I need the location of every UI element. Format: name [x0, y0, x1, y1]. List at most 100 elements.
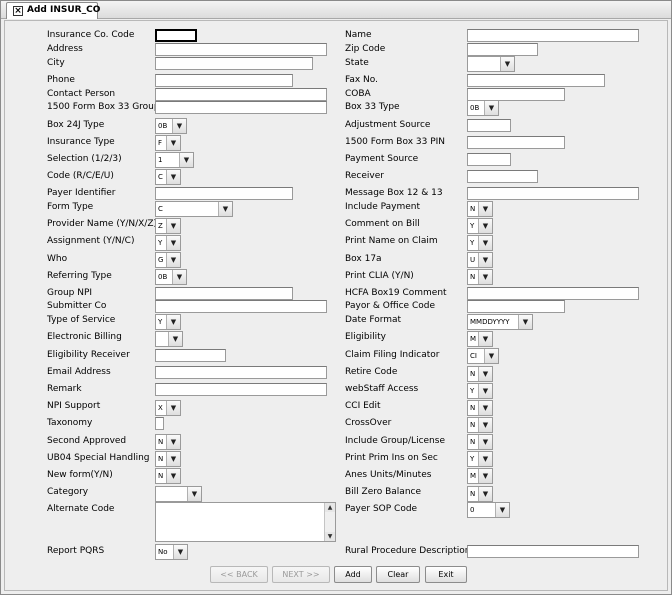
second-approved-combo[interactable]: N ▼ — [155, 434, 181, 450]
assignment-combo[interactable]: Y ▼ — [155, 235, 181, 251]
electronic-billing-combo[interactable]: ▼ — [155, 331, 183, 347]
payment-source-input[interactable] — [467, 153, 511, 166]
ub04-special-handling-combo[interactable]: N ▼ — [155, 451, 181, 467]
comment-on-bill-combo[interactable]: Y ▼ — [467, 218, 493, 234]
chevron-down-icon[interactable]: ▼ — [478, 469, 492, 483]
include-group-license-combo[interactable]: N ▼ — [467, 434, 493, 450]
chevron-down-icon[interactable]: ▼ — [166, 236, 180, 250]
who-combo[interactable]: G ▼ — [155, 252, 181, 268]
address-input[interactable] — [155, 43, 327, 56]
new-form-combo[interactable]: N ▼ — [155, 468, 181, 484]
claim-filing-indicator-combo[interactable]: CI ▼ — [467, 348, 499, 364]
close-icon[interactable]: × — [13, 6, 23, 16]
alternate-code-scrollbar[interactable]: ▲ ▼ — [324, 503, 335, 541]
date-format-combo[interactable]: MMDDYYYY ▼ — [467, 314, 533, 330]
contact-person-input[interactable] — [155, 88, 327, 101]
chevron-down-icon[interactable]: ▼ — [478, 401, 492, 415]
npi-support-combo[interactable]: X ▼ — [155, 400, 181, 416]
include-payment-combo[interactable]: N ▼ — [467, 201, 493, 217]
insurance-co-code-input[interactable] — [155, 29, 197, 42]
fax-no-input[interactable] — [467, 74, 605, 87]
chevron-down-icon[interactable]: ▼ — [478, 202, 492, 216]
box33-pin-input[interactable] — [467, 136, 565, 149]
chevron-down-icon[interactable]: ▼ — [166, 315, 180, 329]
chevron-down-icon[interactable]: ▼ — [478, 253, 492, 267]
selection-combo[interactable]: 1 ▼ — [155, 152, 194, 168]
chevron-down-icon[interactable]: ▼ — [478, 270, 492, 284]
chevron-down-icon[interactable]: ▼ — [166, 136, 180, 150]
chevron-down-icon[interactable]: ▼ — [478, 219, 492, 233]
referring-type-combo[interactable]: 0B ▼ — [155, 269, 187, 285]
type-of-service-combo[interactable]: Y ▼ — [155, 314, 181, 330]
chevron-down-icon[interactable]: ▼ — [500, 57, 514, 71]
chevron-down-icon[interactable]: ▼ — [166, 253, 180, 267]
name-input[interactable] — [467, 29, 639, 42]
chevron-down-icon[interactable]: ▼ — [172, 119, 186, 133]
add-button[interactable]: Add — [334, 566, 372, 583]
chevron-down-icon[interactable]: ▼ — [478, 418, 492, 432]
taxonomy-input[interactable] — [155, 417, 164, 430]
chevron-down-icon[interactable]: ▼ — [166, 452, 180, 466]
payer-sop-code-combo[interactable]: 0 ▼ — [467, 502, 510, 518]
next-button[interactable]: NEXT >> — [272, 566, 330, 583]
chevron-down-icon[interactable]: ▼ — [168, 332, 182, 346]
chevron-down-icon[interactable]: ▼ — [166, 401, 180, 415]
report-pqrs-combo[interactable]: No ▼ — [155, 544, 188, 560]
print-name-on-claim-combo[interactable]: Y ▼ — [467, 235, 493, 251]
chevron-down-icon[interactable]: ▼ — [478, 367, 492, 381]
receiver-input[interactable] — [467, 170, 538, 183]
insurance-type-combo[interactable]: F ▼ — [155, 135, 181, 151]
box33-group-input[interactable] — [155, 101, 327, 114]
box24j-type-combo[interactable]: 0B ▼ — [155, 118, 187, 134]
chevron-down-icon[interactable]: ▼ — [166, 219, 180, 233]
chevron-down-icon[interactable]: ▼ — [484, 349, 498, 363]
message-box-input[interactable] — [467, 187, 639, 200]
city-input[interactable] — [155, 57, 313, 70]
email-address-input[interactable] — [155, 366, 327, 379]
chevron-down-icon[interactable]: ▼ — [478, 487, 492, 501]
provider-name-combo[interactable]: Z ▼ — [155, 218, 181, 234]
adjustment-source-input[interactable] — [467, 119, 511, 132]
box17a-combo[interactable]: U ▼ — [467, 252, 493, 268]
retire-code-combo[interactable]: N ▼ — [467, 366, 493, 382]
anes-units-combo[interactable]: M ▼ — [467, 468, 493, 484]
bill-zero-balance-combo[interactable]: N ▼ — [467, 486, 493, 502]
chevron-down-icon[interactable]: ▼ — [478, 236, 492, 250]
exit-button[interactable]: Exit — [425, 566, 467, 583]
chevron-down-icon[interactable]: ▼ — [187, 487, 201, 501]
chevron-down-icon[interactable]: ▼ — [179, 153, 193, 167]
print-clia-combo[interactable]: N ▼ — [467, 269, 493, 285]
chevron-down-icon[interactable]: ▼ — [518, 315, 532, 329]
chevron-down-icon[interactable]: ▼ — [166, 170, 180, 184]
chevron-down-icon[interactable]: ▼ — [166, 435, 180, 449]
rural-procedure-input[interactable] — [467, 545, 639, 558]
code-rceu-combo[interactable]: C ▼ — [155, 169, 181, 185]
chevron-down-icon[interactable]: ▼ — [484, 101, 498, 115]
chevron-down-icon[interactable]: ▼ — [478, 332, 492, 346]
print-prim-ins-combo[interactable]: Y ▼ — [467, 451, 493, 467]
chevron-down-icon[interactable]: ▼ — [478, 452, 492, 466]
payer-identifier-input[interactable] — [155, 187, 293, 200]
scroll-up-icon[interactable]: ▲ — [325, 503, 335, 512]
webstaff-access-combo[interactable]: Y ▼ — [467, 383, 493, 399]
state-combo[interactable]: ▼ — [467, 56, 515, 72]
alternate-code-textarea[interactable]: ▲ ▼ — [155, 502, 336, 542]
zip-code-input[interactable] — [467, 43, 538, 56]
box33-type-combo[interactable]: 0B ▼ — [467, 100, 499, 116]
chevron-down-icon[interactable]: ▼ — [478, 435, 492, 449]
crossover-combo[interactable]: N ▼ — [467, 417, 493, 433]
phone-input[interactable] — [155, 74, 293, 87]
chevron-down-icon[interactable]: ▼ — [495, 503, 509, 517]
submitter-co-input[interactable] — [155, 300, 327, 313]
chevron-down-icon[interactable]: ▼ — [218, 202, 232, 216]
chevron-down-icon[interactable]: ▼ — [173, 545, 187, 559]
chevron-down-icon[interactable]: ▼ — [478, 384, 492, 398]
scroll-down-icon[interactable]: ▼ — [325, 532, 335, 541]
back-button[interactable]: << BACK — [210, 566, 268, 583]
chevron-down-icon[interactable]: ▼ — [166, 469, 180, 483]
chevron-down-icon[interactable]: ▼ — [172, 270, 186, 284]
window-tab[interactable]: × Add INSUR_CO — [6, 2, 100, 19]
eligibility-combo[interactable]: M ▼ — [467, 331, 493, 347]
group-npi-input[interactable] — [155, 287, 293, 300]
form-type-combo[interactable]: C ▼ — [155, 201, 233, 217]
